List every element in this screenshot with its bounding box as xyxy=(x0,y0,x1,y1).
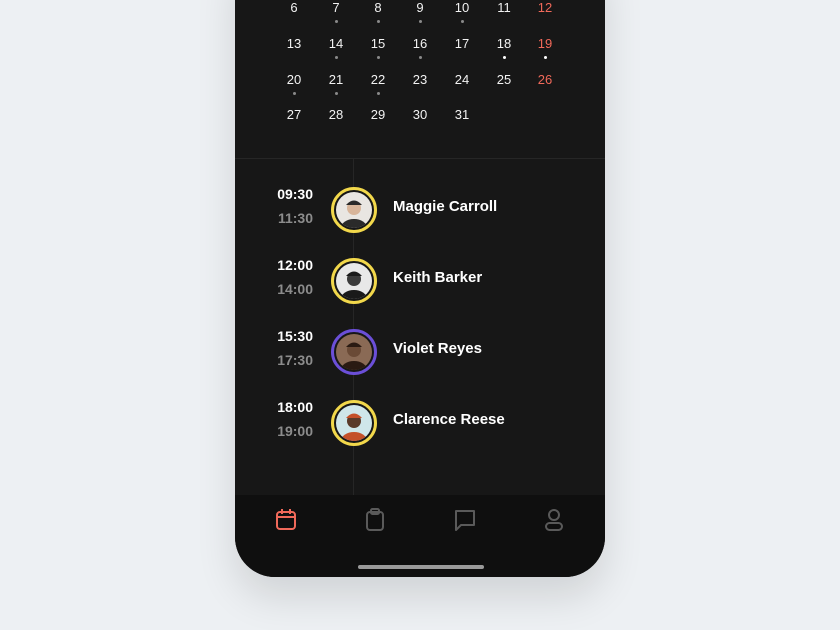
start-time: 09:30 xyxy=(277,186,313,202)
avatar[interactable] xyxy=(331,329,377,375)
event-dot xyxy=(543,56,547,59)
calendar-day[interactable]: 17 xyxy=(442,36,482,51)
calendar-day[interactable]: 14 xyxy=(316,36,356,51)
event-dot xyxy=(376,56,380,59)
event-dot xyxy=(334,92,338,95)
calendar-day[interactable]: 25 xyxy=(484,72,524,87)
calendar-day[interactable]: 13 xyxy=(274,36,314,51)
calendar-day[interactable]: 18 xyxy=(484,36,524,51)
event-dot xyxy=(292,92,296,95)
calendar-day[interactable]: 11 xyxy=(484,0,524,15)
client-name: Maggie Carroll xyxy=(393,198,498,215)
calendar-day[interactable]: 7 xyxy=(316,0,356,15)
calendar-day[interactable]: 27 xyxy=(274,107,314,122)
calendar-day[interactable]: 29 xyxy=(358,107,398,122)
calendar-day[interactable]: 12 xyxy=(525,0,565,15)
user-icon xyxy=(545,509,563,531)
appointment-item[interactable]: 09:30 11:30 Maggie Carroll xyxy=(235,180,605,240)
home-indicator[interactable] xyxy=(358,565,484,569)
calendar-day[interactable]: 19 xyxy=(525,36,565,51)
avatar[interactable] xyxy=(331,400,377,446)
tab-tasks[interactable] xyxy=(362,507,388,533)
start-time: 12:00 xyxy=(277,257,313,273)
calendar-day[interactable]: 16 xyxy=(400,36,440,51)
end-time: 11:30 xyxy=(277,210,313,226)
tab-profile[interactable] xyxy=(541,507,567,533)
calendar-day[interactable]: 21 xyxy=(316,72,356,87)
event-dot xyxy=(376,20,380,23)
appointment-item[interactable]: 15:30 17:30 Violet Reyes xyxy=(235,322,605,382)
end-time: 14:00 xyxy=(277,281,313,297)
tab-calendar[interactable] xyxy=(273,507,299,533)
event-dot xyxy=(376,92,380,95)
event-dot xyxy=(502,56,506,59)
calendar-day[interactable]: 20 xyxy=(274,72,314,87)
avatar[interactable] xyxy=(331,258,377,304)
appointment-item[interactable]: 12:00 14:00 Keith Barker xyxy=(235,251,605,311)
event-dot xyxy=(418,20,422,23)
avatar[interactable] xyxy=(331,187,377,233)
calendar-day[interactable]: 24 xyxy=(442,72,482,87)
client-name: Violet Reyes xyxy=(393,340,482,357)
calendar-day[interactable]: 23 xyxy=(400,72,440,87)
appointment-item[interactable]: 18:00 19:00 Clarence Reese xyxy=(235,393,605,453)
client-name: Clarence Reese xyxy=(393,411,505,428)
event-dot xyxy=(334,20,338,23)
end-time: 17:30 xyxy=(277,352,313,368)
calendar-day[interactable]: 22 xyxy=(358,72,398,87)
calendar-day[interactable]: 15 xyxy=(358,36,398,51)
calendar-day[interactable]: 26 xyxy=(525,72,565,87)
start-time: 15:30 xyxy=(277,328,313,344)
divider xyxy=(235,158,605,159)
end-time: 19:00 xyxy=(277,423,313,439)
client-name: Keith Barker xyxy=(393,269,483,286)
calendar-day[interactable]: 10 xyxy=(442,0,482,15)
event-dot xyxy=(334,56,338,59)
clipboard-icon xyxy=(366,508,384,531)
chat-icon xyxy=(455,510,475,531)
start-time: 18:00 xyxy=(277,399,313,415)
calendar-day[interactable]: 6 xyxy=(274,0,314,15)
calendar-day[interactable]: 9 xyxy=(400,0,440,15)
calendar-day[interactable]: 28 xyxy=(316,107,356,122)
tab-messages[interactable] xyxy=(452,507,478,533)
calendar-day[interactable]: 30 xyxy=(400,107,440,122)
event-dot xyxy=(460,20,464,23)
calendar-day[interactable]: 31 xyxy=(442,107,482,122)
phone-screen: 6 7 8 9 10 11 12 13 14 15 16 17 18 19 20 21 22 23 24 25 26 27… xyxy=(235,0,605,577)
calendar-day[interactable]: 8 xyxy=(358,0,398,15)
event-dot xyxy=(418,56,422,59)
calendar-icon xyxy=(276,509,296,530)
